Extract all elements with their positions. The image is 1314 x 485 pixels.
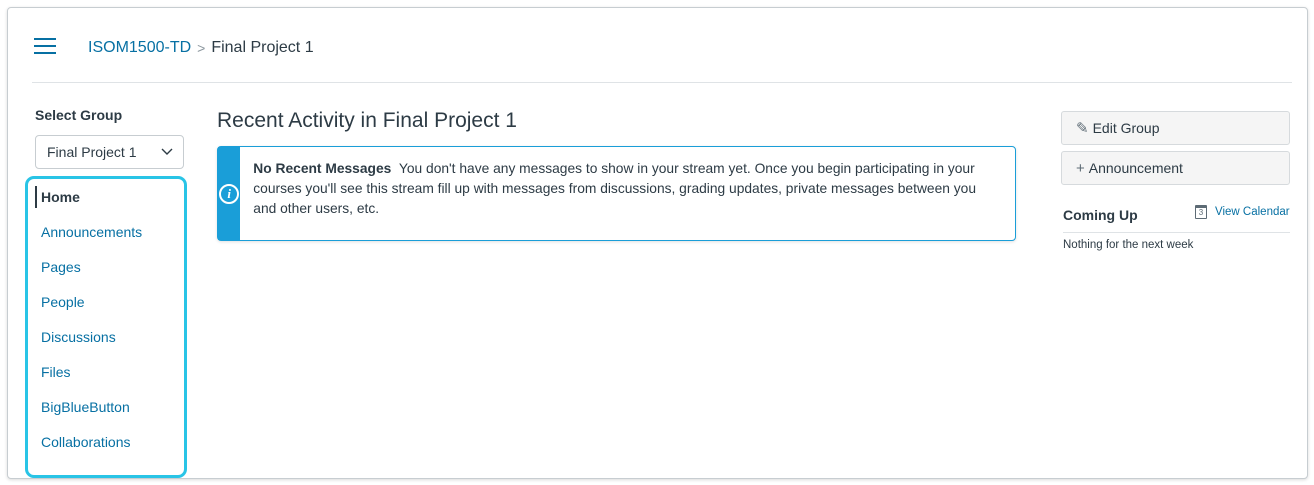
add-announcement-button[interactable]: + Announcement [1061,151,1290,185]
coming-up-heading: Coming Up [1063,207,1138,223]
edit-group-label: Edit Group [1092,120,1160,136]
info-icon: i [219,183,240,204]
breadcrumb-separator: > [197,40,206,56]
edit-group-button[interactable]: ✎ Edit Group [1061,111,1290,145]
view-calendar-link[interactable]: 3 View Calendar [1195,205,1290,219]
breadcrumb-current: Final Project 1 [211,39,314,56]
coming-up-empty-text: Nothing for the next week [1063,239,1194,251]
hamburger-menu-icon[interactable] [34,37,56,55]
plus-icon: + [1076,159,1085,177]
announcement-label: Announcement [1088,160,1183,176]
alert-heading: No Recent Messages [253,161,392,176]
alert-icon-column: i [218,147,241,240]
nav-item-files[interactable]: Files [25,354,185,389]
group-nav: Home Announcements Pages People Discussi… [25,179,185,459]
page-title: Recent Activity in Final Project 1 [217,109,517,132]
nav-item-announcements[interactable]: Announcements [25,214,185,249]
nav-item-collaborations[interactable]: Collaborations [25,424,185,459]
nav-item-pages[interactable]: Pages [25,249,185,284]
breadcrumb-course-link[interactable]: ISOM1500-TD [88,39,191,57]
nav-item-discussions[interactable]: Discussions [25,319,185,354]
nav-item-people[interactable]: People [25,284,185,319]
alert-message: No Recent Messages You don't have any me… [240,147,1015,240]
header-divider [32,82,1292,83]
breadcrumb: ISOM1500-TD > Final Project 1 [88,39,314,57]
view-calendar-label: View Calendar [1215,206,1290,218]
group-select-dropdown[interactable]: Final Project 1 [35,135,184,169]
select-group-label: Select Group [35,107,123,123]
app-frame: ISOM1500-TD > Final Project 1 Select Gro… [7,7,1308,479]
no-messages-alert: i No Recent Messages You don't have any … [217,146,1016,241]
nav-item-bigbluebutton[interactable]: BigBlueButton [25,389,185,424]
pencil-icon: ✎ [1076,120,1089,137]
coming-up-divider [1063,232,1290,233]
nav-item-home[interactable]: Home [25,179,185,214]
chevron-down-icon [161,148,173,155]
group-select-value: Final Project 1 [47,144,137,160]
calendar-icon: 3 [1195,205,1207,219]
